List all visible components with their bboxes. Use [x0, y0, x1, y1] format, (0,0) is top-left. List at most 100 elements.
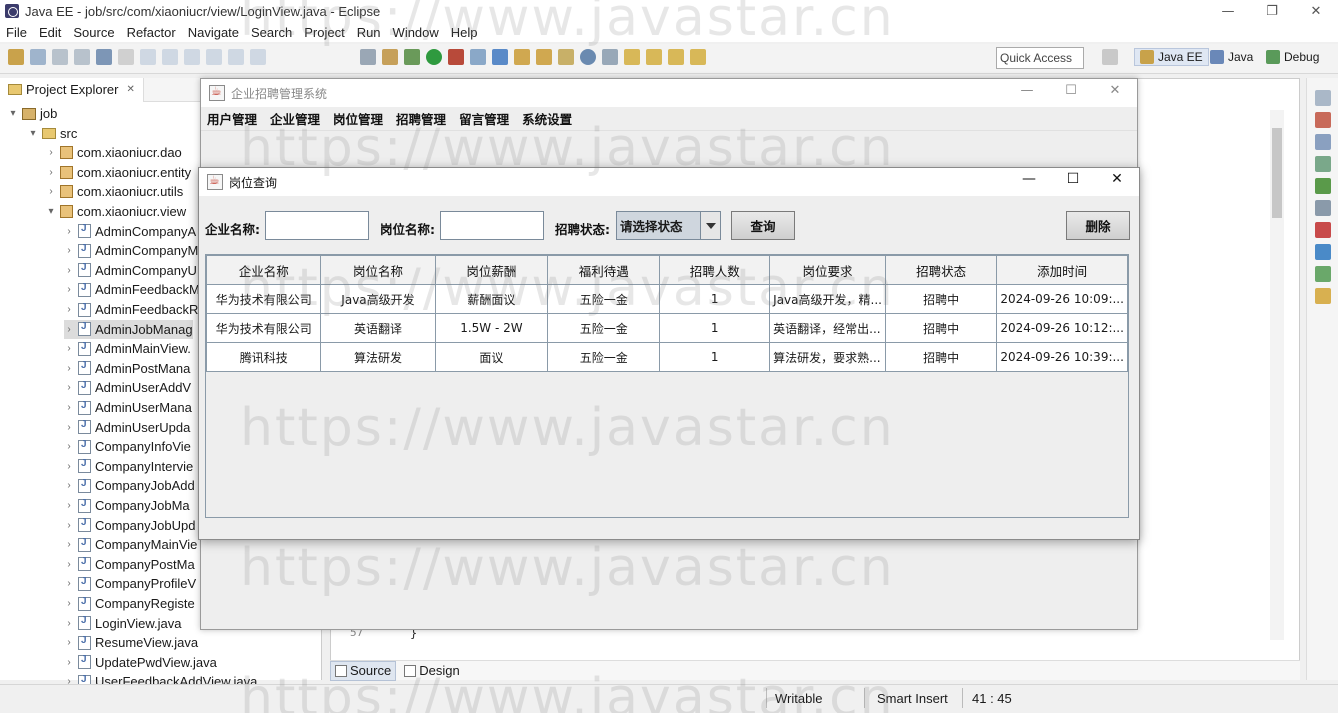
run-icon[interactable] — [426, 49, 442, 65]
column-header[interactable]: 企业名称 — [205, 255, 322, 285]
tree-java-file[interactable]: › AdminPostMana — [64, 359, 190, 378]
menu-file[interactable]: File — [0, 25, 33, 40]
menu-company-management[interactable]: 企业管理 — [270, 109, 327, 128]
table-cell[interactable]: Java高级开发 — [320, 284, 436, 314]
minimize-icon[interactable]: — — [1007, 168, 1051, 190]
menu-system-settings[interactable]: 系统设置 — [522, 109, 579, 128]
hierarchy-icon[interactable] — [1315, 156, 1331, 172]
new-server-icon[interactable] — [470, 49, 486, 65]
menu-edit[interactable]: Edit — [33, 25, 67, 40]
chevron-right-icon[interactable]: › — [64, 284, 74, 295]
tree-java-file[interactable]: › AdminMainView. — [64, 339, 191, 358]
table-cell[interactable]: 英语翻译 — [320, 313, 436, 343]
query-button[interactable]: 查询 — [731, 211, 795, 240]
perspective-debug[interactable]: Debug — [1266, 50, 1319, 64]
table-cell[interactable]: 薪酬面议 — [434, 284, 549, 314]
restore-view-icon[interactable] — [1315, 90, 1331, 106]
tree-java-file[interactable]: › AdminCompanyA — [64, 222, 196, 241]
company-name-input[interactable] — [265, 211, 369, 240]
perspective-java-ee[interactable]: Java EE — [1134, 48, 1209, 66]
chevron-right-icon[interactable]: › — [46, 186, 56, 197]
menu-refactor[interactable]: Refactor — [121, 25, 182, 40]
design-tab[interactable]: Design — [400, 661, 463, 681]
restore-icon[interactable]: ❐ — [1250, 0, 1294, 22]
menu-help[interactable]: Help — [445, 25, 484, 40]
minimize-icon[interactable]: — — [1005, 79, 1049, 101]
tree-java-file[interactable]: › AdminUserAddV — [64, 378, 191, 397]
chevron-right-icon[interactable]: › — [64, 520, 74, 531]
table-cell[interactable]: 华为技术有限公司 — [205, 284, 322, 314]
resume-icon[interactable] — [140, 49, 156, 65]
problems-icon[interactable] — [1315, 222, 1331, 238]
source-tab[interactable]: Source — [330, 660, 397, 681]
chevron-right-icon[interactable]: › — [64, 618, 74, 629]
close-icon[interactable]: ✕ — [1093, 79, 1137, 101]
outline-icon[interactable] — [1315, 112, 1331, 128]
table-cell[interactable]: 五险一金 — [547, 284, 661, 314]
table-cell[interactable]: 1 — [659, 342, 771, 372]
save-icon[interactable] — [52, 49, 68, 65]
menu-recruit-management[interactable]: 招聘管理 — [396, 109, 453, 128]
chevron-right-icon[interactable]: › — [64, 402, 74, 413]
chevron-down-icon[interactable]: ▾ — [46, 206, 56, 217]
menu-search[interactable]: Search — [245, 25, 298, 40]
chevron-right-icon[interactable]: › — [64, 324, 74, 335]
tree-java-file[interactable]: › CompanyPostMa — [64, 555, 194, 574]
skip-breakpoints-icon[interactable] — [118, 49, 134, 65]
chevron-right-icon[interactable]: › — [64, 539, 74, 550]
terminate-icon[interactable] — [184, 49, 200, 65]
editor-scrollbar[interactable] — [1270, 110, 1284, 640]
properties-icon[interactable] — [1315, 200, 1331, 216]
table-cell[interactable]: 英语翻译，经常出... — [769, 313, 886, 343]
table-cell[interactable]: 招聘中 — [884, 313, 998, 343]
chevron-down-icon[interactable]: ▾ — [8, 108, 18, 119]
step-return-icon[interactable] — [250, 49, 266, 65]
tree-java-file[interactable]: › CompanyMainVie — [64, 535, 197, 554]
table-cell[interactable]: 面议 — [434, 342, 549, 372]
menu-post-management[interactable]: 岗位管理 — [333, 109, 390, 128]
table-cell[interactable]: 五险一金 — [547, 342, 661, 372]
open-perspective-icon[interactable] — [1102, 49, 1118, 65]
tree-java-file[interactable]: › AdminFeedbackM — [64, 280, 199, 299]
tree-java-file[interactable]: › AdminUserUpda — [64, 418, 190, 437]
project-explorer-tab[interactable]: Project Explorer ✕ — [0, 77, 144, 102]
chevron-right-icon[interactable]: › — [64, 480, 74, 491]
progress-icon[interactable] — [1315, 266, 1331, 282]
step-over-icon[interactable] — [228, 49, 244, 65]
chevron-right-icon[interactable]: › — [64, 343, 74, 354]
open-task-icon[interactable] — [536, 49, 552, 65]
table-cell[interactable]: 2024-09-26 10:12:... — [996, 313, 1128, 343]
quick-access-input[interactable]: Quick Access — [996, 47, 1084, 69]
minimize-icon[interactable]: — — [1206, 0, 1250, 22]
table-cell[interactable]: 2024-09-26 10:39:... — [996, 342, 1128, 372]
servers-icon[interactable] — [360, 49, 376, 65]
chevron-right-icon[interactable]: › — [64, 245, 74, 256]
table-cell[interactable]: Java高级开发，精... — [769, 284, 886, 314]
recruit-status-select[interactable]: 请选择状态 — [616, 211, 721, 240]
chevron-down-icon[interactable]: ▾ — [28, 128, 38, 139]
tree-project-job[interactable]: ▾ job — [8, 104, 57, 123]
table-row[interactable]: 华为技术有限公司 Java高级开发 薪酬面议 五险一金 1 Java高级开发，精… — [205, 284, 1128, 314]
servers-view-icon[interactable] — [1315, 178, 1331, 194]
table-cell[interactable]: 腾讯科技 — [205, 342, 322, 372]
new-class-icon[interactable] — [492, 49, 508, 65]
tree-folder-src[interactable]: ▾ src — [28, 124, 77, 143]
tree-package[interactable]: ▾ com.xiaoniucr.view — [46, 202, 186, 221]
menu-navigate[interactable]: Navigate — [182, 25, 245, 40]
job-name-input[interactable] — [440, 211, 544, 240]
tree-java-file[interactable]: › CompanyJobAdd — [64, 476, 194, 495]
tree-java-file[interactable]: › AdminFeedbackR — [64, 300, 198, 319]
chevron-right-icon[interactable]: › — [64, 500, 74, 511]
tree-java-file[interactable]: › UpdatePwdView.java — [64, 653, 217, 672]
chevron-right-icon[interactable]: › — [46, 167, 56, 178]
chevron-right-icon[interactable]: › — [64, 304, 74, 315]
snippets-icon[interactable] — [1315, 288, 1331, 304]
console-icon[interactable] — [1315, 244, 1331, 260]
open-type-icon[interactable] — [514, 49, 530, 65]
table-cell[interactable]: 华为技术有限公司 — [205, 313, 322, 343]
chevron-right-icon[interactable]: › — [64, 598, 74, 609]
chevron-right-icon[interactable]: › — [64, 422, 74, 433]
chevron-right-icon[interactable]: › — [46, 147, 56, 158]
close-tab-icon[interactable]: ✕ — [126, 84, 134, 95]
column-header[interactable]: 福利待遇 — [547, 255, 661, 285]
